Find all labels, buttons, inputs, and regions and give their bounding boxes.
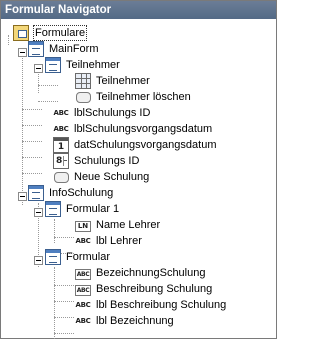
form-icon: [28, 41, 44, 57]
tree-node-label: Beschreibung Schulung: [96, 283, 213, 295]
collapse-toggle-formular[interactable]: [34, 256, 43, 265]
tree-node-label: lblSchulungsvorgangsdatum: [74, 123, 213, 135]
tree-node-label: Formulare: [33, 25, 88, 41]
tree-node-formulare[interactable]: Formulare: [13, 25, 88, 41]
tree-node-label: Teilnehmer: [96, 75, 150, 87]
tree-node-lblschulungsvorgangsdatum[interactable]: ABC lblSchulungsvorgangsdatum: [53, 121, 213, 137]
label-abc-icon: ABC: [53, 109, 69, 117]
text-field-abc-icon: ABC: [75, 284, 91, 296]
form-icon: [45, 57, 61, 73]
tree-node-label: Neue Schulung: [74, 171, 150, 183]
push-button-icon: [75, 89, 91, 105]
forms-root-icon: [13, 25, 29, 41]
tree-node-bezeichnungschulung[interactable]: ABC BezeichnungSchulung: [75, 265, 206, 281]
tree-node-lblschulungs-id[interactable]: ABC lblSchulungs ID: [53, 105, 151, 121]
form-icon: [45, 249, 61, 265]
tree-node-lbl-beschreibung-schulung[interactable]: ABC lbl Beschreibung Schulung: [75, 297, 227, 313]
form-tree[interactable]: Formulare MainForm Teilnehmer Teilnehmer…: [1, 21, 276, 339]
tree-node-label: lbl Lehrer: [96, 235, 142, 247]
tree-node-beschreibung-schulung[interactable]: ABC Beschreibung Schulung: [75, 281, 213, 297]
form-navigator-window: Formular Navigator Formulare MainForm Te…: [0, 0, 277, 339]
tree-node-infoschulung[interactable]: InfoSchulung: [28, 185, 114, 201]
text-field-abc-icon: ABC: [75, 268, 91, 280]
tree-node-label: Formular: [66, 251, 111, 263]
label-abc-icon: ABC: [75, 317, 91, 325]
push-button-icon: [53, 169, 69, 185]
tree-node-formular[interactable]: Formular: [45, 249, 111, 265]
form-icon: [45, 201, 61, 217]
collapse-toggle-teilnehmer[interactable]: [34, 64, 43, 73]
label-abc-icon: ABC: [75, 301, 91, 309]
window-title: Formular Navigator: [1, 1, 276, 19]
tree-node-label: lbl Beschreibung Schulung: [96, 299, 227, 311]
tree-node-label: datSchulungsvorgangsdatum: [74, 139, 217, 151]
label-abc-icon: ABC: [53, 125, 69, 133]
tree-node-lbl-bezeichnung[interactable]: ABC lbl Bezeichnung: [75, 313, 175, 329]
tree-node-label: Schulungs ID: [74, 155, 140, 167]
tree-node-name-lehrer[interactable]: LN Name Lehrer: [75, 217, 161, 233]
tree-node-label: Teilnehmer löschen: [96, 91, 191, 103]
tree-node-label: lblSchulungs ID: [74, 107, 151, 119]
tree-node-schulungs-id[interactable]: 8 Schulungs ID: [53, 153, 140, 169]
collapse-toggle-infoschulung[interactable]: [18, 192, 27, 201]
collapse-toggle-formular-1[interactable]: [34, 208, 43, 217]
numeric-field-icon: 8: [53, 153, 69, 169]
collapse-toggle-mainform[interactable]: [18, 48, 27, 57]
tree-node-label: BezeichnungSchulung: [96, 267, 206, 279]
tree-node-teilnehmer-loeschen[interactable]: Teilnehmer löschen: [75, 89, 192, 105]
tree-node-label: Formular 1: [66, 203, 120, 215]
tree-node-label: MainForm: [49, 43, 99, 55]
tree-node-label: InfoSchulung: [49, 187, 114, 199]
tree-node-label: Name Lehrer: [96, 219, 161, 231]
text-field-ln-icon: LN: [75, 220, 91, 232]
tree-node-mainform[interactable]: MainForm: [28, 41, 100, 57]
tree-node-datschulungsvorgangsdatum[interactable]: 1 datSchulungsvorgangsdatum: [53, 137, 217, 153]
table-grid-icon: [75, 73, 91, 89]
form-icon: [28, 185, 44, 201]
label-abc-icon: ABC: [75, 237, 91, 245]
tree-node-teilnehmer-grid[interactable]: Teilnehmer: [75, 73, 151, 89]
tree-node-label: lbl Bezeichnung: [96, 315, 174, 327]
tree-node-lbl-lehrer[interactable]: ABC lbl Lehrer: [75, 233, 143, 249]
tree-node-teilnehmer-form[interactable]: Teilnehmer: [45, 57, 121, 73]
tree-node-neue-schulung[interactable]: Neue Schulung: [53, 169, 150, 185]
tree-node-label: Teilnehmer: [66, 59, 120, 71]
tree-node-formular-1[interactable]: Formular 1: [45, 201, 120, 217]
date-field-icon: 1: [53, 137, 69, 153]
